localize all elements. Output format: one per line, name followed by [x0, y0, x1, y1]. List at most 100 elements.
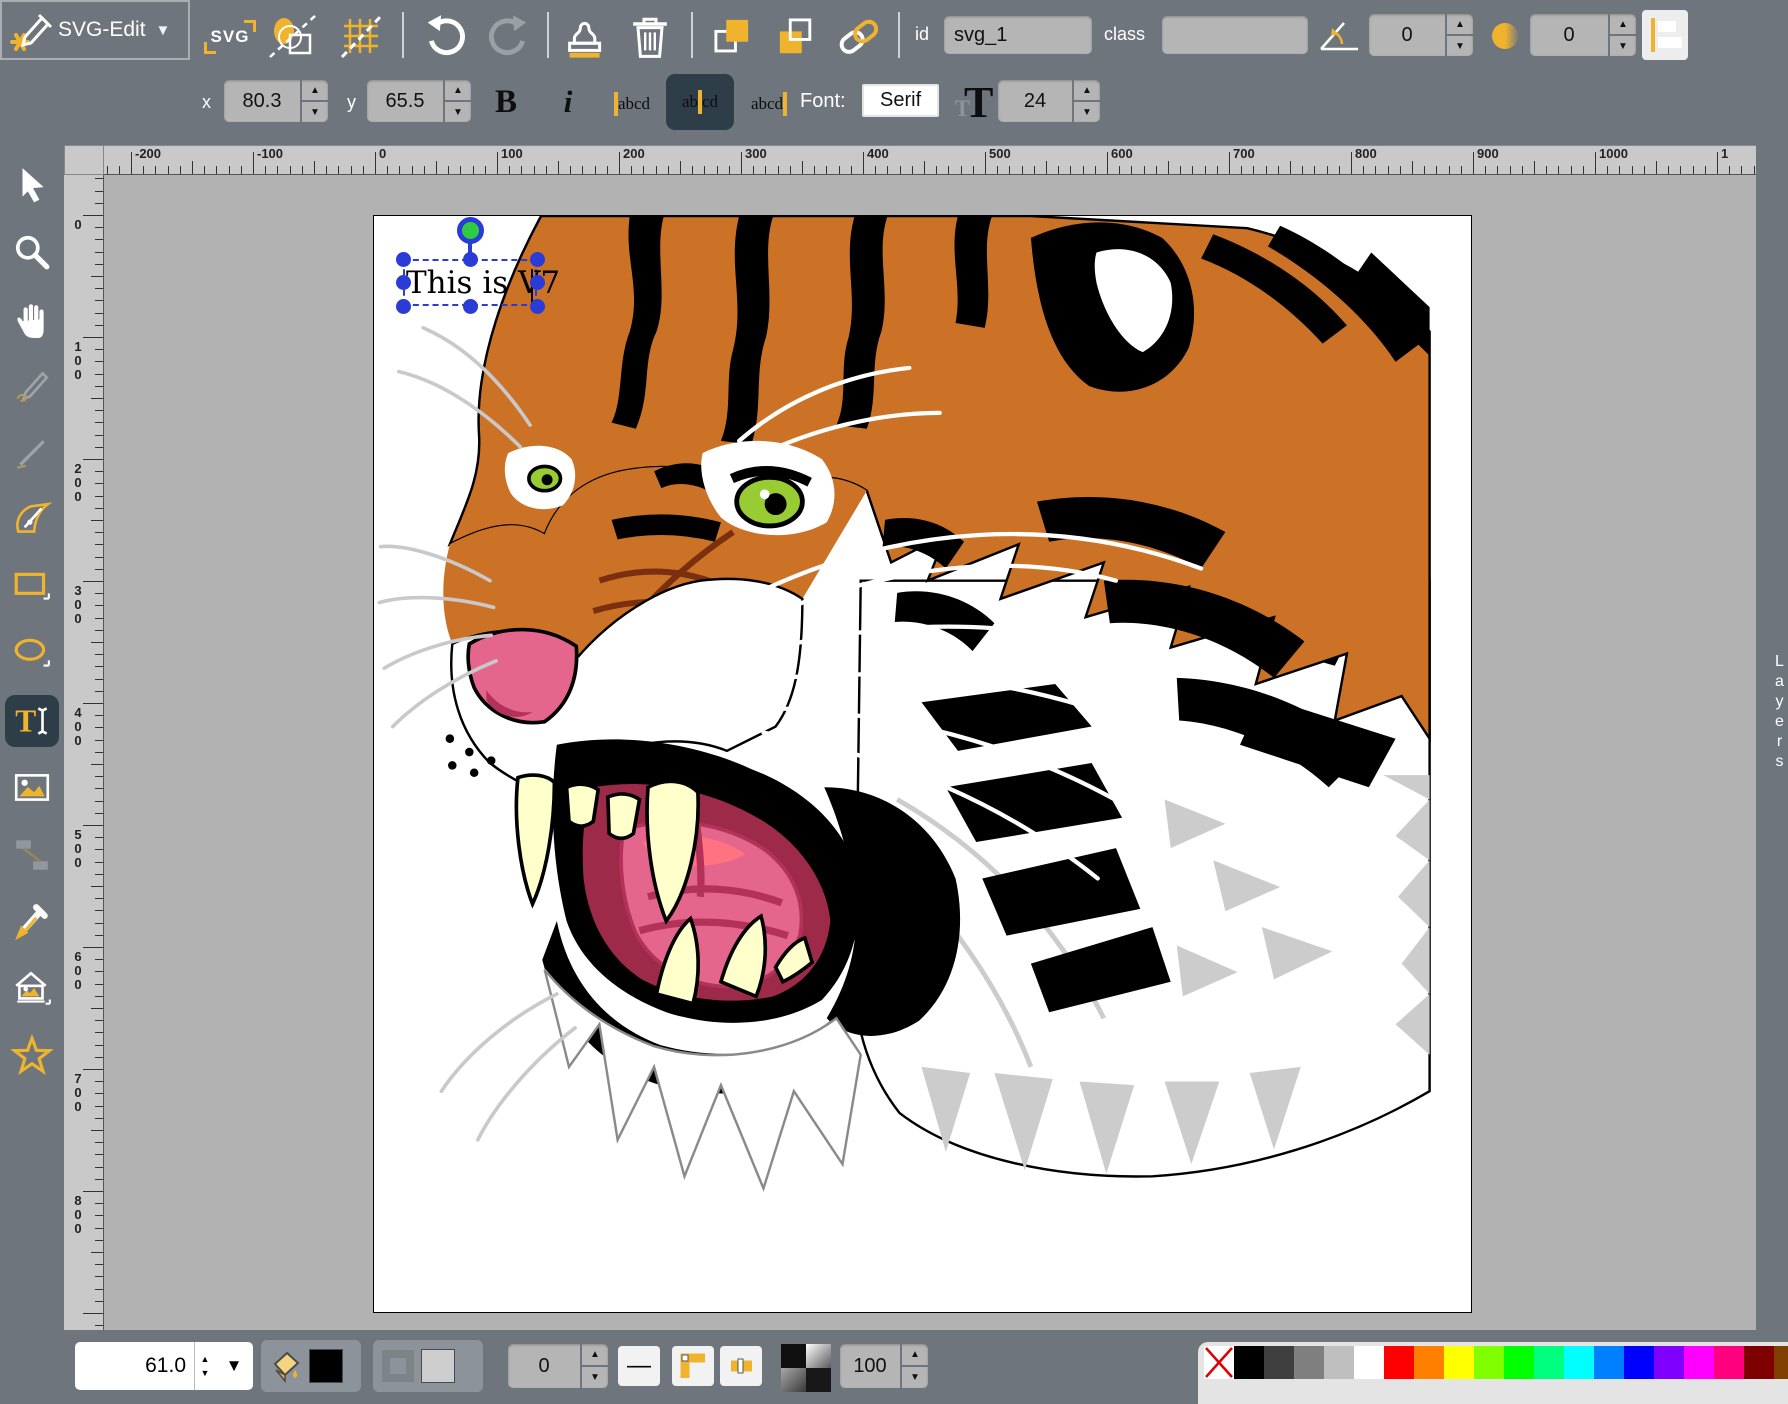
select-arrow-icon	[14, 166, 50, 204]
make-link-button[interactable]	[830, 10, 888, 62]
grip-s[interactable]	[463, 299, 478, 314]
source-editor-button[interactable]: SVG	[202, 16, 258, 58]
zoom-dropdown-caret[interactable]: ▼	[215, 1356, 253, 1376]
palette-swatch[interactable]	[1354, 1346, 1384, 1379]
connector-icon	[12, 836, 52, 874]
align-button[interactable]	[1642, 10, 1688, 60]
palette-swatch[interactable]	[1594, 1346, 1624, 1379]
palette-swatch[interactable]	[1684, 1346, 1714, 1379]
palette-swatch[interactable]	[1744, 1346, 1774, 1379]
delete-button[interactable]	[622, 10, 678, 62]
tool-pencil[interactable]	[5, 360, 59, 412]
move-to-top-button[interactable]	[704, 10, 760, 62]
grip-nw[interactable]	[396, 252, 411, 267]
text-anchor-middle-button[interactable]: abcd	[666, 74, 734, 130]
palette-swatch[interactable]	[1444, 1346, 1474, 1379]
font-size-spinner[interactable]: 24 ▲▼	[998, 80, 1100, 122]
grip-se[interactable]	[530, 299, 545, 314]
workarea[interactable]: This is V7	[104, 175, 1756, 1330]
stroke-dash-button[interactable]: —	[618, 1346, 660, 1386]
tool-zoom[interactable]	[5, 226, 59, 278]
x-spin-buttons[interactable]: ▲▼	[300, 80, 328, 122]
palette-swatch[interactable]	[1414, 1346, 1444, 1379]
element-id-field[interactable]: svg_1	[944, 16, 1092, 54]
snap-to-grid-button[interactable]	[334, 12, 390, 60]
wireframe-mode-button[interactable]	[264, 12, 322, 60]
tool-line[interactable]	[5, 427, 59, 479]
tiger-artwork[interactable]	[374, 216, 1469, 1310]
clone-button[interactable]	[556, 10, 612, 62]
tool-ellipse[interactable]	[5, 628, 59, 680]
grip-w[interactable]	[396, 275, 411, 290]
undo-button[interactable]	[420, 12, 472, 60]
tool-connector[interactable]	[5, 829, 59, 881]
palette-swatch[interactable]	[1234, 1346, 1264, 1379]
palette-swatch[interactable]	[1714, 1346, 1744, 1379]
italic-button[interactable]: i	[548, 80, 588, 124]
spin-up-icon: ▲	[902, 1344, 928, 1367]
y-coordinate-spinner[interactable]: 65.5 ▲▼	[367, 80, 471, 122]
text-anchor-end-button[interactable]: abcd	[740, 86, 798, 122]
tool-rect[interactable]	[5, 561, 59, 613]
stroke-color-control[interactable]	[373, 1340, 483, 1392]
grip-n[interactable]	[463, 252, 478, 267]
paint-bucket-icon	[269, 1348, 303, 1384]
palette-swatch-none[interactable]	[1204, 1346, 1234, 1379]
tool-select[interactable]	[5, 159, 59, 211]
element-class-field[interactable]	[1162, 16, 1308, 54]
blur-spinner[interactable]: 0 ▲▼	[1530, 14, 1636, 56]
palette-swatch[interactable]	[1474, 1346, 1504, 1379]
main-menu-button[interactable]: SVG-Edit ▼	[0, 0, 190, 60]
tool-pan[interactable]	[5, 293, 59, 345]
tool-eyedropper[interactable]	[5, 896, 59, 948]
fill-color-swatch[interactable]	[309, 1349, 343, 1383]
palette-swatch[interactable]	[1564, 1346, 1594, 1379]
grip-ne[interactable]	[530, 252, 545, 267]
ruler-label: 800	[1355, 146, 1377, 161]
layers-panel-toggle[interactable]: Layers	[1756, 145, 1788, 1330]
opacity-spin-buttons[interactable]: ▲▼	[900, 1344, 928, 1388]
tool-path[interactable]	[5, 494, 59, 546]
tool-shape-library[interactable]	[5, 963, 59, 1015]
redo-button[interactable]	[482, 12, 534, 60]
palette-swatch[interactable]	[1324, 1346, 1354, 1379]
font-size-spin-buttons[interactable]: ▲▼	[1072, 80, 1100, 122]
grip-sw[interactable]	[396, 299, 411, 314]
stroke-icon	[381, 1349, 415, 1383]
palette-swatch[interactable]	[1294, 1346, 1324, 1379]
grip-e[interactable]	[530, 275, 545, 290]
trash-icon	[628, 12, 672, 60]
linejoin-button[interactable]	[672, 1346, 714, 1386]
artboard[interactable]	[373, 215, 1472, 1313]
tool-image[interactable]	[5, 762, 59, 814]
stroke-color-swatch[interactable]	[421, 1349, 455, 1383]
x-coordinate-spinner[interactable]: 80.3 ▲▼	[224, 80, 328, 122]
palette-swatch[interactable]	[1264, 1346, 1294, 1379]
palette-swatch[interactable]	[1504, 1346, 1534, 1379]
blur-spin-buttons[interactable]: ▲▼	[1608, 14, 1636, 56]
zoom-spin-buttons[interactable]: ▲▼	[194, 1342, 215, 1390]
angle-spinner[interactable]: 0 ▲▼	[1369, 14, 1473, 56]
rotate-handle[interactable]	[457, 217, 484, 244]
palette-swatch[interactable]	[1384, 1346, 1414, 1379]
ruler-tick	[95, 532, 103, 533]
zoom-control[interactable]: 61.0 ▲▼ ▼	[75, 1342, 253, 1390]
stroke-width-spinner[interactable]: 0 ▲▼	[508, 1344, 608, 1388]
palette-swatch[interactable]	[1534, 1346, 1564, 1379]
linecap-button[interactable]	[720, 1346, 762, 1386]
opacity-spinner[interactable]: 100 ▲▼	[840, 1344, 928, 1388]
font-family-button[interactable]: Serif	[862, 84, 939, 117]
text-anchor-start-button[interactable]: abcd	[604, 86, 660, 122]
palette-swatch[interactable]	[1774, 1346, 1788, 1379]
move-to-bottom-button[interactable]	[768, 10, 824, 62]
fill-color-control[interactable]	[261, 1340, 361, 1392]
palette-swatch[interactable]	[1624, 1346, 1654, 1379]
opacity-gradient-button[interactable]	[781, 1344, 831, 1392]
bold-button[interactable]: B	[482, 80, 530, 124]
palette-swatch[interactable]	[1654, 1346, 1684, 1379]
tool-text[interactable]: T	[5, 695, 59, 747]
angle-spin-buttons[interactable]: ▲▼	[1445, 14, 1473, 56]
y-spin-buttons[interactable]: ▲▼	[443, 80, 471, 122]
tool-star[interactable]	[5, 1030, 59, 1082]
stroke-width-spin-buttons[interactable]: ▲▼	[580, 1344, 608, 1388]
